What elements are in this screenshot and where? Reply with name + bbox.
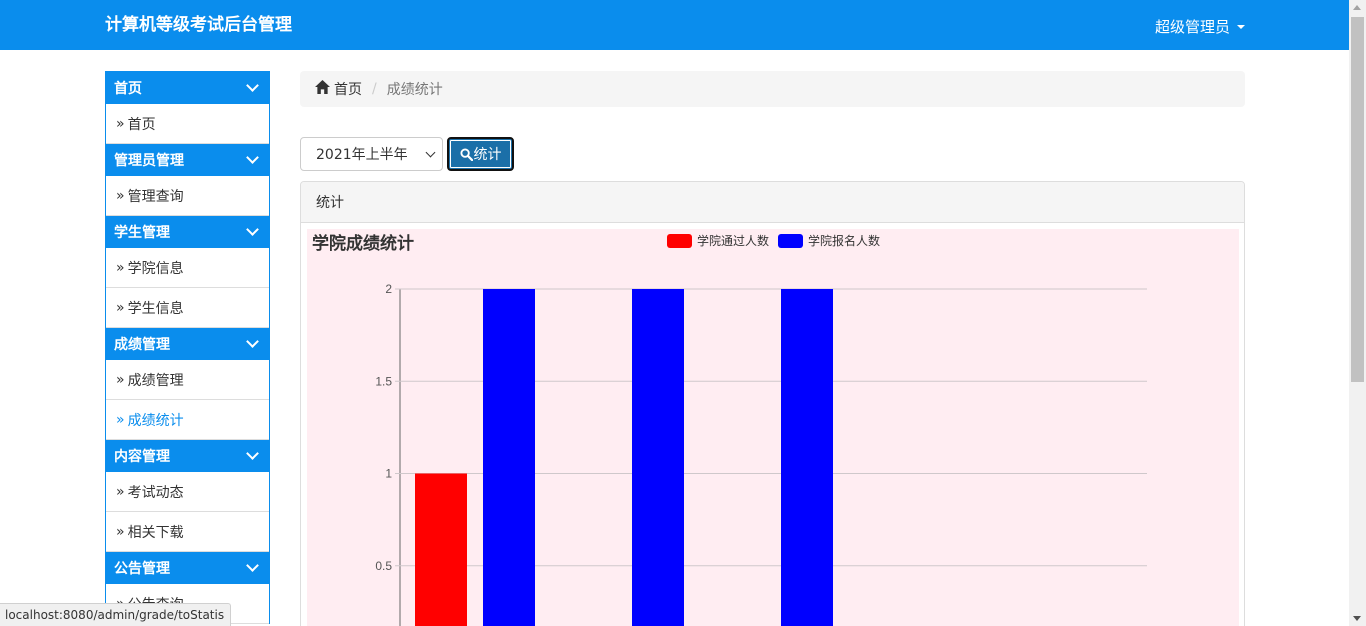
user-menu[interactable]: 超级管理员 xyxy=(1155,16,1246,37)
breadcrumb-current: 成绩统计 xyxy=(386,82,443,98)
sidebar-item-home[interactable]: » 首页 xyxy=(106,104,269,144)
sidebar-group-label: 成绩管理 xyxy=(114,337,170,353)
legend-label-passed: 学院通过人数 xyxy=(697,233,769,248)
chart-bar-registered-3[interactable] xyxy=(781,289,833,626)
chart-y-tick-label: 1.5 xyxy=(375,374,392,388)
chevron-down-icon xyxy=(246,559,259,572)
breadcrumb: 首页 / 成绩统计 xyxy=(300,71,1245,107)
double-chevron-right-icon: » xyxy=(116,483,125,500)
scroll-up-arrow-icon[interactable] xyxy=(1353,5,1361,10)
sidebar-item-grade-manage[interactable]: » 成绩管理 xyxy=(106,360,269,400)
legend-label-registered: 学院报名人数 xyxy=(808,233,880,248)
chart-legend: 学院通过人数 学院报名人数 xyxy=(667,233,880,248)
sidebar-item-admin-query[interactable]: » 管理查询 xyxy=(106,176,269,216)
double-chevron-right-icon: » xyxy=(116,187,125,204)
chart-y-tick-label: 0.5 xyxy=(375,559,392,573)
sidebar-item-downloads[interactable]: » 相关下载 xyxy=(106,512,269,552)
sidebar-item-label: 成绩管理 xyxy=(127,372,184,389)
chart-bar-passed-1[interactable] xyxy=(415,473,467,626)
scrollbar-thumb[interactable] xyxy=(1351,17,1364,382)
double-chevron-right-icon: » xyxy=(116,371,125,388)
sidebar-group-home[interactable]: 首页 xyxy=(106,72,269,104)
chart-title: 学院成绩统计 xyxy=(312,233,414,253)
sidebar-group-content[interactable]: 内容管理 xyxy=(106,440,269,472)
statistics-panel: 统计 学院成绩统计 学院通过人数 学院报名人数 0.5 1 1.5 2 xyxy=(300,181,1245,626)
sidebar-item-label: 学生信息 xyxy=(127,300,184,317)
statistics-button-label: 统计 xyxy=(473,147,502,163)
sidebar-item-label: 相关下载 xyxy=(127,524,184,541)
chart-area: 学院成绩统计 学院通过人数 学院报名人数 0.5 1 1.5 2 xyxy=(307,229,1239,626)
caret-down-icon xyxy=(1237,24,1246,29)
sidebar-item-label: 管理查询 xyxy=(127,188,184,205)
sidebar-group-label: 学生管理 xyxy=(114,225,170,241)
sidebar-group-admin[interactable]: 管理员管理 xyxy=(106,144,269,176)
top-navbar: 计算机等级考试后台管理 超级管理员 xyxy=(0,0,1349,50)
browser-status-url: localhost:8080/admin/grade/toStatis xyxy=(0,603,232,626)
vertical-scrollbar[interactable] xyxy=(1349,0,1366,626)
double-chevron-right-icon: » xyxy=(116,299,125,316)
chevron-down-icon xyxy=(246,79,259,92)
chevron-down-icon xyxy=(246,447,259,460)
search-icon xyxy=(459,147,473,161)
legend-swatch-passed[interactable] xyxy=(667,234,692,248)
scroll-down-arrow-icon[interactable] xyxy=(1353,616,1361,621)
sidebar-group-grade[interactable]: 成绩管理 xyxy=(106,328,269,360)
sidebar-group-label: 首页 xyxy=(114,81,142,97)
chevron-down-icon xyxy=(246,151,259,164)
sidebar-item-student-info[interactable]: » 学生信息 xyxy=(106,288,269,328)
panel-title: 统计 xyxy=(301,182,1244,223)
app-title[interactable]: 计算机等级考试后台管理 xyxy=(105,10,292,35)
chart-bar-registered-2[interactable] xyxy=(632,289,684,626)
sidebar-group-student[interactable]: 学生管理 xyxy=(106,216,269,248)
chevron-down-icon xyxy=(246,335,259,348)
home-icon xyxy=(315,80,330,98)
sidebar-group-label: 公告管理 xyxy=(114,561,170,577)
semester-select[interactable]: 2021年上半年 xyxy=(300,137,443,171)
sidebar-item-label: 成绩统计 xyxy=(127,412,184,429)
sidebar-item-label: 考试动态 xyxy=(127,484,184,501)
sidebar-group-notice[interactable]: 公告管理 xyxy=(106,552,269,584)
double-chevron-right-icon: » xyxy=(116,259,125,276)
legend-swatch-registered[interactable] xyxy=(778,234,803,248)
chart-y-tick-label: 1 xyxy=(385,467,392,481)
breadcrumb-separator: / xyxy=(372,81,377,97)
sidebar-item-exam-news[interactable]: » 考试动态 xyxy=(106,472,269,512)
sidebar-item-grade-statistics[interactable]: » 成绩统计 xyxy=(106,400,269,440)
sidebar-group-label: 内容管理 xyxy=(114,449,170,465)
chevron-down-icon xyxy=(425,147,436,158)
semester-select-value: 2021年上半年 xyxy=(316,147,408,163)
double-chevron-right-icon: » xyxy=(116,411,125,428)
sidebar-item-label: 学院信息 xyxy=(127,260,184,277)
double-chevron-right-icon: » xyxy=(116,523,125,540)
sidebar-item-label: 首页 xyxy=(127,116,156,133)
double-chevron-right-icon: » xyxy=(116,115,125,132)
statistics-button[interactable]: 统计 xyxy=(447,137,514,171)
grade-statistics-chart: 学院成绩统计 学院通过人数 学院报名人数 0.5 1 1.5 2 xyxy=(312,233,1147,626)
user-menu-label: 超级管理员 xyxy=(1155,18,1231,36)
chevron-down-icon xyxy=(246,223,259,236)
chart-bar-registered-1[interactable] xyxy=(483,289,535,626)
sidebar-item-college-info[interactable]: » 学院信息 xyxy=(106,248,269,288)
breadcrumb-home-link[interactable]: 首页 xyxy=(334,79,362,99)
sidebar-group-label: 管理员管理 xyxy=(114,153,184,169)
sidebar: 首页 » 首页 管理员管理 » 管理查询 学生管理 » 学院信息 » 学生信息 … xyxy=(105,71,270,624)
chart-y-tick-label: 2 xyxy=(385,282,392,296)
